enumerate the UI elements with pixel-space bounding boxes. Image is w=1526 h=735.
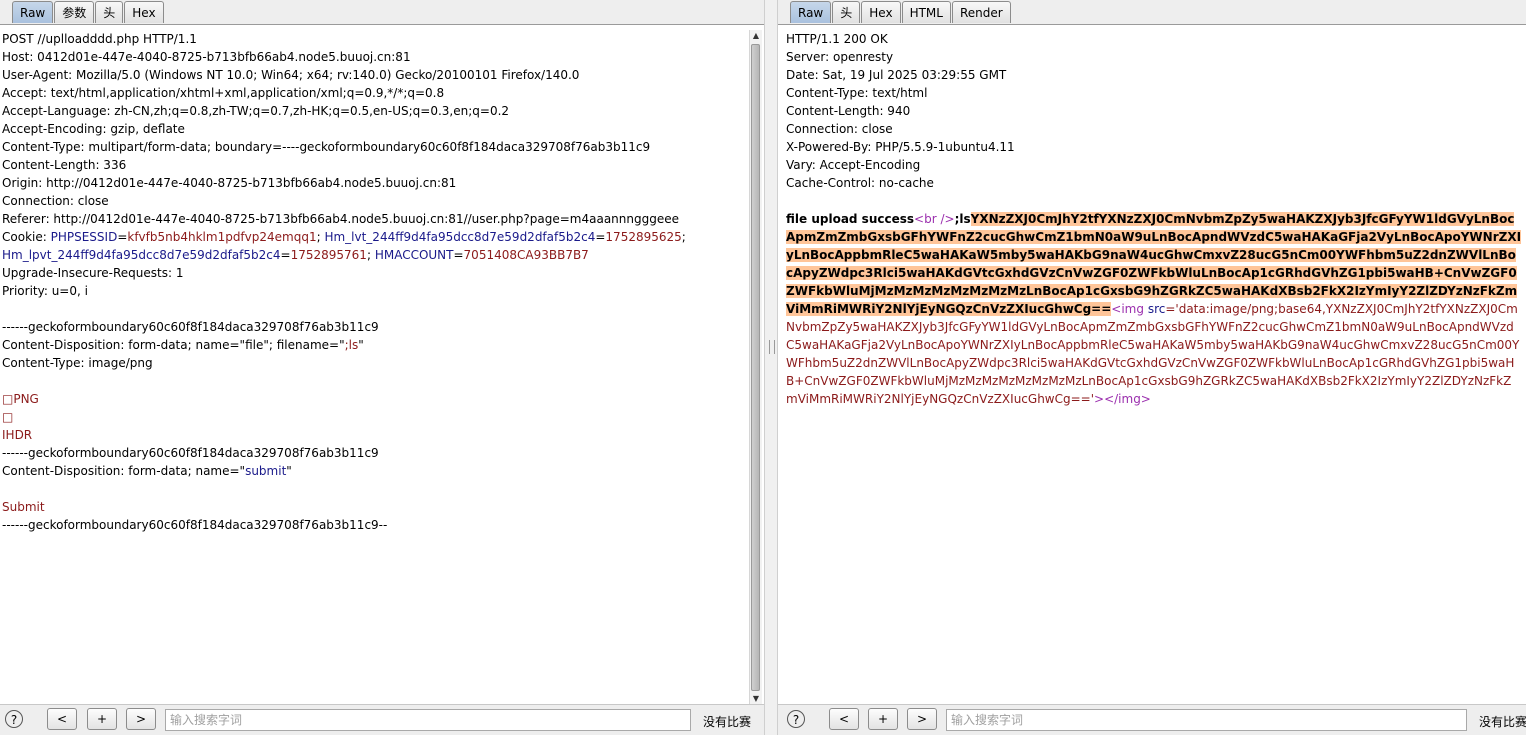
request-scrollbar[interactable]: ▲ ▼ [749,30,762,705]
br-tag-close: /> [940,212,955,226]
match-count-label: 没有比赛 [703,715,752,729]
multipart-boundary: ------geckoformboundary60c60f8f184daca32… [2,320,379,334]
base64-highlight: YXNzZXJ0CmJhY2tfYXNzZXJ0CmNvbmZpZy5waHAK… [786,212,1522,316]
response-search-bar: ? < + > 没有比赛 [778,704,1526,735]
request-tab-raw[interactable]: Raw [12,1,54,23]
header-connection: Connection: close [2,194,109,208]
header-accept-encoding: Accept-Encoding: gzip, deflate [2,122,185,136]
png-signature: □PNG [2,392,39,406]
header-user-agent: User-Agent: Mozilla/5.0 (Windows NT 10.0… [2,68,580,82]
divider-grip-icon[interactable] [769,340,775,354]
header-connection: Connection: close [786,122,893,136]
multipart-boundary: ------geckoformboundary60c60f8f184daca32… [2,446,379,460]
request-search-bar: ? < + > 没有比赛 [0,704,764,735]
add-search-button[interactable]: + [868,708,898,730]
submit-disposition: Content-Disposition: form-data; name="su… [2,462,748,480]
br-tag-open: <br [914,212,937,226]
img-tag-open: <img [1111,302,1144,316]
response-tab-render[interactable]: Render [951,1,1011,23]
file-name-value: ;ls [344,338,359,352]
request-tab-params[interactable]: 参数 [54,1,95,23]
header-accept-language: Accept-Language: zh-CN,zh;q=0.8,zh-TW;q=… [2,104,510,118]
header-accept: Accept: text/html,application/xhtml+xml,… [2,86,445,100]
cookie-key: HMACCOUNT [374,248,454,262]
file-disposition: Content-Disposition: form-data; name="fi… [2,336,748,354]
submit-value: Submit [2,500,45,514]
header-priority: Priority: u=0, i [2,284,88,298]
header-cache-control: Cache-Control: no-cache [786,176,934,190]
header-vary: Vary: Accept-Encoding [786,158,921,172]
cookie-key: PHPSESSID [50,230,118,244]
cookie-value: 7051408CA93BB7B7 [463,248,589,262]
cookie-key: Hm_lpvt_244ff9d4fa95dcc8d7e59d2dfaf5b2c4 [2,248,281,262]
header-cookie: Cookie: PHPSESSID=kfvfb5nb4hklm1pdfvp24e… [2,230,686,244]
request-editor[interactable]: POST //uplloadddd.php HTTP/1.1 Host: 041… [2,30,748,705]
request-line: POST //uplloadddd.php HTTP/1.1 [2,32,197,46]
header-content-type: Content-Type: text/html [786,86,928,100]
request-tab-hex[interactable]: Hex [124,1,164,23]
response-tabbar: Raw 头 Hex HTML Render [778,0,1526,25]
img-tag-close: ></img> [1094,392,1151,406]
file-disposition-prefix: Content-Disposition: form-data; name="fi… [2,338,345,352]
response-editor[interactable]: HTTP/1.1 200 OK Server: openresty Date: … [786,30,1522,705]
response-body: file upload success<br />;lsYXNzZXJ0CmJh… [786,210,1522,408]
scroll-thumb[interactable] [751,44,760,691]
next-match-button[interactable]: > [907,708,937,730]
header-server: Server: openresty [786,50,894,64]
header-cookie-cont: Hm_lpvt_244ff9d4fa95dcc8d7e59d2dfaf5b2c4… [2,248,589,262]
cookie-value: kfvfb5nb4hklm1pdfvp24emqq1 [127,230,317,244]
png-byte: □ [2,410,14,424]
png-ihdr: IHDR [2,428,33,442]
cookie-value: 1752895625 [605,230,682,244]
header-origin: Origin: http://0412d01e-447e-4040-8725-b… [2,176,457,190]
response-tab-html[interactable]: HTML [901,1,951,23]
header-referer: Referer: http://0412d01e-447e-4040-8725-… [2,212,679,226]
header-content-length: Content-Length: 336 [2,158,127,172]
help-icon[interactable]: ? [787,710,805,728]
response-tab-raw[interactable]: Raw [790,1,832,23]
request-tab-headers[interactable]: 头 [95,1,124,23]
header-date: Date: Sat, 19 Jul 2025 03:29:55 GMT [786,68,1007,82]
add-search-button[interactable]: + [87,708,117,730]
success-text: file upload success [786,212,915,226]
response-pane: Raw 头 Hex HTML Render HTTP/1.1 200 OK Se… [778,0,1526,735]
cookie-label: Cookie: [2,230,51,244]
submit-disposition-suffix: " [286,464,292,478]
next-match-button[interactable]: > [126,708,156,730]
cookie-value: 1752895761 [290,248,367,262]
request-tabbar: Raw 参数 头 Hex [0,0,764,25]
command-output-prefix: ;ls [954,212,971,226]
header-upgrade-insecure: Upgrade-Insecure-Requests: 1 [2,266,184,280]
previous-match-button[interactable]: < [829,708,859,730]
file-content-type: Content-Type: image/png [2,356,153,370]
response-search-input[interactable] [946,709,1467,731]
status-line: HTTP/1.1 200 OK [786,32,888,46]
multipart-boundary-end: ------geckoformboundary60c60f8f184daca32… [2,518,388,532]
header-x-powered-by: X-Powered-By: PHP/5.5.9-1ubuntu4.11 [786,140,1015,154]
header-content-length: Content-Length: 940 [786,104,911,118]
match-count-label: 没有比赛 [1479,715,1526,729]
help-icon[interactable]: ? [5,710,23,728]
pane-divider[interactable] [764,0,778,735]
src-attribute: src [1147,302,1166,316]
submit-disposition-prefix: Content-Disposition: form-data; name=" [2,464,246,478]
header-content-type: Content-Type: multipart/form-data; bound… [2,140,651,154]
response-tab-headers[interactable]: 头 [832,1,861,23]
request-search-input[interactable] [165,709,691,731]
submit-name-value: submit [245,464,287,478]
request-pane: Raw 参数 头 Hex POST //uplloadddd.php HTTP/… [0,0,764,735]
scroll-up-icon[interactable]: ▲ [750,30,762,42]
src-value: ='data:image/png;base64,YXNzZXJ0CmJhY2tf… [786,302,1520,406]
response-tab-hex[interactable]: Hex [861,1,901,23]
cookie-key: Hm_lvt_244ff9d4fa95dcc8d7e59d2dfaf5b2c4 [324,230,596,244]
file-disposition-suffix: " [358,338,364,352]
previous-match-button[interactable]: < [47,708,77,730]
header-host: Host: 0412d01e-447e-4040-8725-b713bfb66a… [2,50,411,64]
